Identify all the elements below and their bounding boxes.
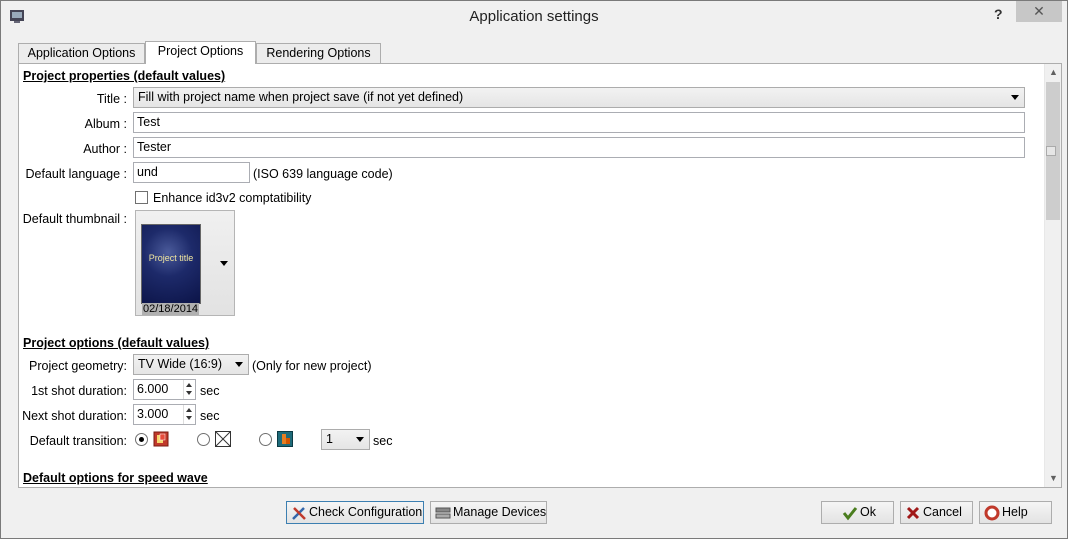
chevron-down-icon xyxy=(220,261,228,266)
manage-devices-label: Manage Devices xyxy=(453,505,547,519)
ok-button[interactable]: Ok xyxy=(821,501,894,524)
project-options-panel: Project properties (default values) Titl… xyxy=(18,63,1062,488)
tools-icon xyxy=(292,507,306,520)
project-geometry-dropdown[interactable]: TV Wide (16:9) xyxy=(133,354,249,375)
chevron-down-icon xyxy=(1011,95,1019,100)
settings-window: Application settings ? ✕ Application Opt… xyxy=(0,0,1068,539)
help-title-button[interactable]: ? xyxy=(994,6,1003,22)
thumbnail-picker-button[interactable]: Project title 02/18/2014 xyxy=(135,210,235,316)
title-label: Title : xyxy=(96,92,127,106)
author-label: Author : xyxy=(83,142,127,156)
thumbnail-date: 02/18/2014 xyxy=(142,303,200,315)
chevron-down-icon xyxy=(235,362,243,367)
scroll-up-icon[interactable]: ▲ xyxy=(1045,64,1062,81)
close-button[interactable]: ✕ xyxy=(1016,1,1062,22)
first-shot-unit: sec xyxy=(200,384,220,398)
project-geometry-value: TV Wide (16:9) xyxy=(138,357,223,371)
next-shot-duration-label: Next shot duration: xyxy=(22,409,127,423)
cancel-label: Cancel xyxy=(923,505,962,519)
tab-project-options[interactable]: Project Options xyxy=(145,41,256,64)
check-configuration-label: Check Configuration xyxy=(309,505,423,519)
transition-radio-none[interactable] xyxy=(197,433,210,446)
default-language-label: Default language : xyxy=(25,167,127,181)
next-shot-duration-value: 3.000 xyxy=(137,407,169,421)
thumbnail-title: Project title xyxy=(148,253,194,263)
cancel-button[interactable]: Cancel xyxy=(900,501,973,524)
spin-arrows-icon[interactable] xyxy=(183,405,195,424)
chevron-down-icon xyxy=(356,437,364,442)
language-note: (ISO 639 language code) xyxy=(253,167,393,181)
title-dropdown[interactable]: Fill with project name when project save… xyxy=(133,87,1025,108)
first-shot-duration-stepper[interactable]: 6.000 xyxy=(133,379,196,400)
scroll-content: Project properties (default values) Titl… xyxy=(19,64,1032,487)
spin-arrows-icon[interactable] xyxy=(183,380,195,399)
first-shot-duration-label: 1st shot duration: xyxy=(31,384,127,398)
basic-transition-icon xyxy=(277,431,293,447)
help-button[interactable]: Help xyxy=(979,501,1052,524)
author-field[interactable]: Tester xyxy=(133,137,1025,158)
default-language-field[interactable]: und xyxy=(133,162,250,183)
no-transition-icon xyxy=(215,431,231,447)
section-speed-wave: Default options for speed wave xyxy=(23,471,208,485)
next-shot-duration-stepper[interactable]: 3.000 xyxy=(133,404,196,425)
transition-radio-basic[interactable] xyxy=(259,433,272,446)
devices-icon xyxy=(435,507,451,519)
tab-application-options[interactable]: Application Options xyxy=(18,43,145,64)
enhance-id3v2-checkbox[interactable] xyxy=(135,191,148,204)
manage-devices-button[interactable]: Manage Devices xyxy=(430,501,547,524)
ok-label: Ok xyxy=(860,505,876,519)
scroll-position-marker xyxy=(1046,146,1056,156)
help-label: Help xyxy=(1002,505,1028,519)
scroll-down-icon[interactable]: ▼ xyxy=(1045,470,1062,487)
checkmark-icon xyxy=(842,507,858,521)
transition-duration-dropdown[interactable]: 1 xyxy=(321,429,370,450)
default-transition-label: Default transition: xyxy=(29,434,127,448)
enhance-id3v2-label: Enhance id3v2 comptatibility xyxy=(153,191,312,205)
title-bar[interactable]: Application settings ? ✕ xyxy=(1,1,1067,31)
first-shot-duration-value: 6.000 xyxy=(137,382,169,396)
window-title: Application settings xyxy=(469,8,599,25)
transition-duration-value: 1 xyxy=(326,432,333,446)
help-lifebuoy-icon xyxy=(984,505,1000,521)
thumbnail-image: Project title 02/18/2014 xyxy=(141,224,201,315)
geometry-note: (Only for new project) xyxy=(252,359,372,373)
project-geometry-label: Project geometry: xyxy=(29,359,127,373)
section-project-options: Project options (default values) xyxy=(23,336,210,350)
transition-radio-random[interactable] xyxy=(135,433,148,446)
random-transition-icon xyxy=(153,431,169,447)
transition-duration-unit: sec xyxy=(373,434,393,448)
album-label: Album : xyxy=(84,117,127,131)
cancel-x-icon xyxy=(906,506,920,520)
tab-rendering-options[interactable]: Rendering Options xyxy=(256,43,381,64)
album-field[interactable]: Test xyxy=(133,112,1025,133)
section-project-properties: Project properties (default values) xyxy=(23,69,226,83)
title-dropdown-value: Fill with project name when project save… xyxy=(138,90,464,104)
default-thumbnail-label: Default thumbnail : xyxy=(22,212,127,226)
vertical-scrollbar[interactable]: ▲ ▼ xyxy=(1044,64,1061,487)
check-configuration-button[interactable]: Check Configuration xyxy=(286,501,424,524)
next-shot-unit: sec xyxy=(200,409,220,423)
